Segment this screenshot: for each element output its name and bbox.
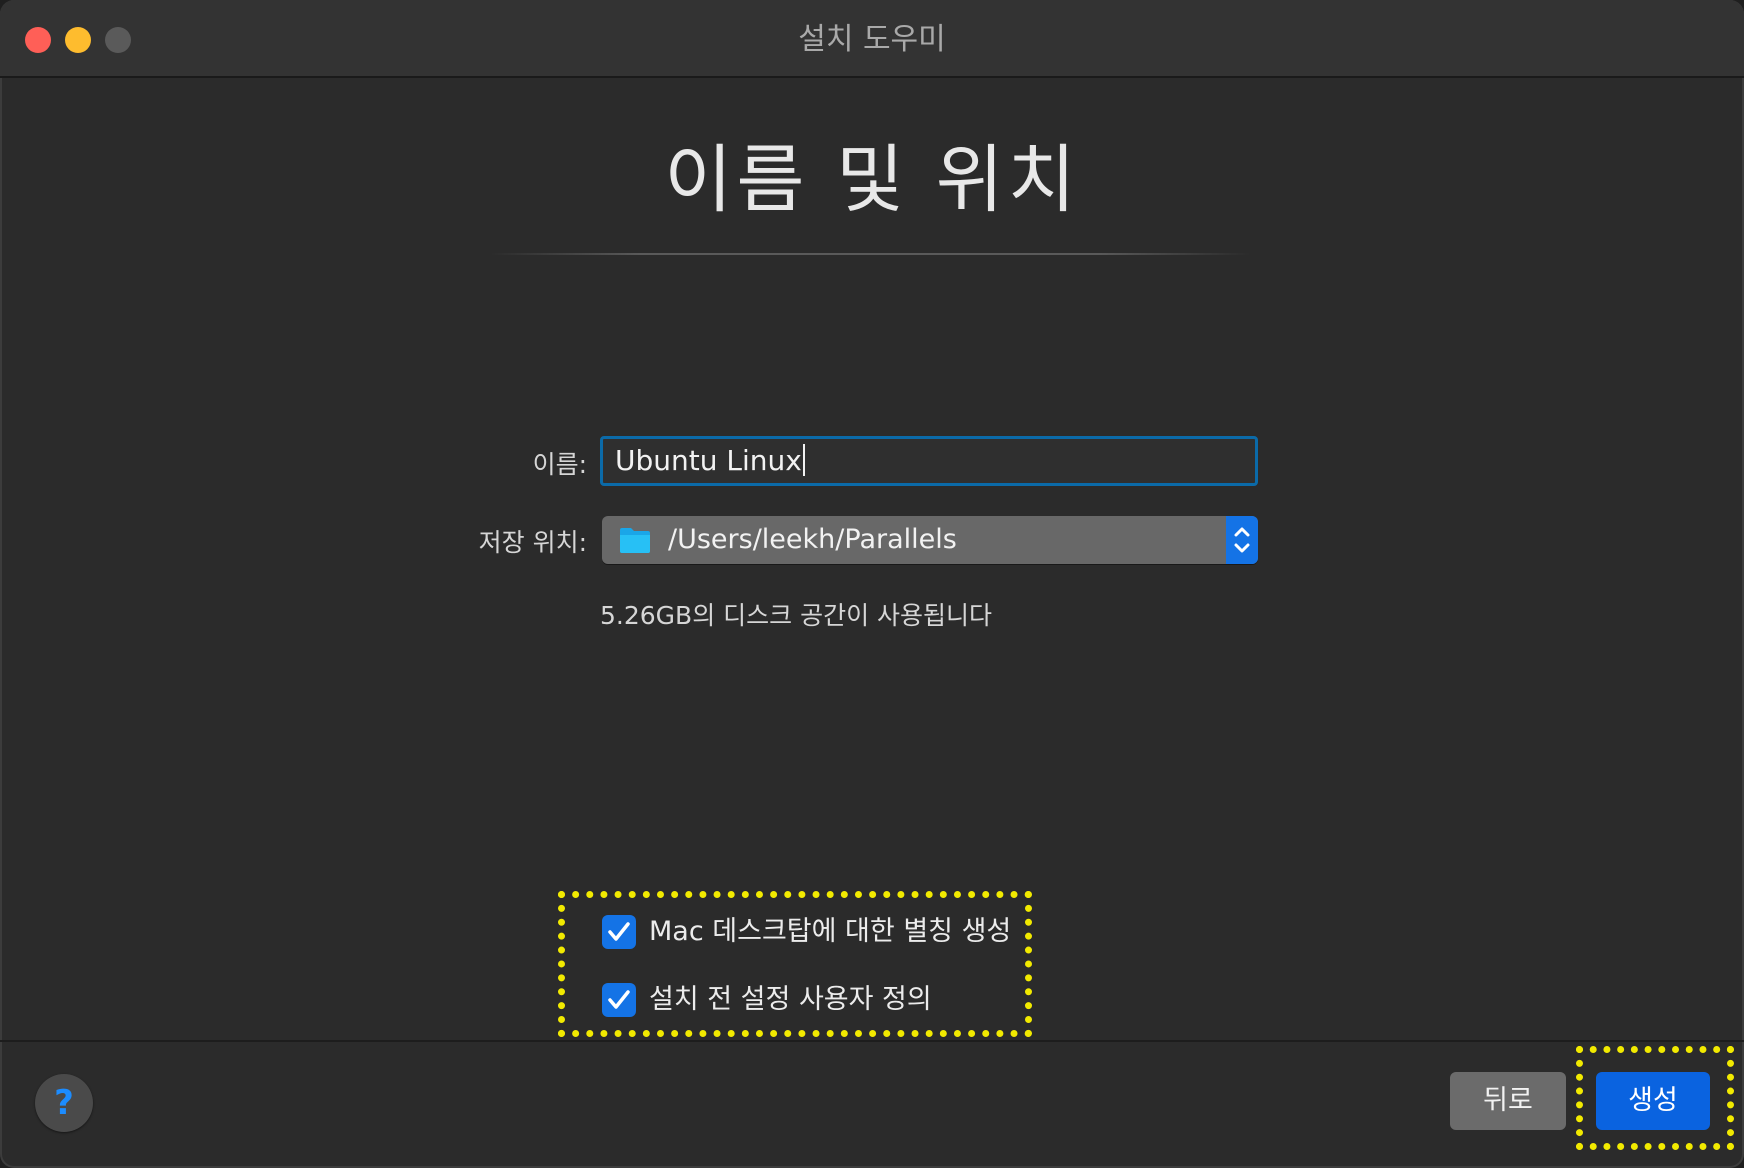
help-icon[interactable]: ? [35, 1074, 93, 1132]
checkmark-icon [608, 990, 630, 1009]
customize-settings-label: 설치 전 설정 사용자 정의 [649, 984, 932, 1015]
back-button[interactable]: 뒤로 [1450, 1072, 1566, 1130]
name-field[interactable]: Ubuntu Linux [600, 436, 1258, 486]
disk-usage-note: 5.26GB의 디스크 공간이 사용됩니다 [600, 601, 993, 630]
page-title: 이름 및 위치 [664, 137, 1080, 223]
title-bar: 설치 도우미 [0, 0, 1744, 78]
stepper-icon[interactable] [1226, 516, 1258, 564]
checkmark-icon [608, 922, 630, 941]
name-field-value: Ubuntu Linux [615, 444, 802, 477]
create-button[interactable]: 생성 [1596, 1072, 1710, 1130]
heading-divider [490, 253, 1250, 255]
window-title: 설치 도우미 [798, 22, 946, 57]
customize-settings-checkbox[interactable] [602, 983, 636, 1017]
desktop-alias-checkbox[interactable] [602, 915, 636, 949]
location-value: /Users/leekh/Parallels [668, 524, 957, 555]
footer-divider [0, 1040, 1744, 1042]
name-label: 이름: [532, 450, 587, 479]
location-select[interactable]: /Users/leekh/Parallels [602, 516, 1258, 564]
text-caret [802, 444, 805, 476]
installation-assistant-window: 설치 도우미 이름 및 위치 이름: Ubuntu Linux 저장 위치: /… [0, 0, 1744, 1168]
desktop-alias-label: Mac 데스크탑에 대한 별칭 생성 [649, 916, 1012, 947]
folder-icon [619, 526, 651, 558]
location-label: 저장 위치: [478, 528, 587, 557]
